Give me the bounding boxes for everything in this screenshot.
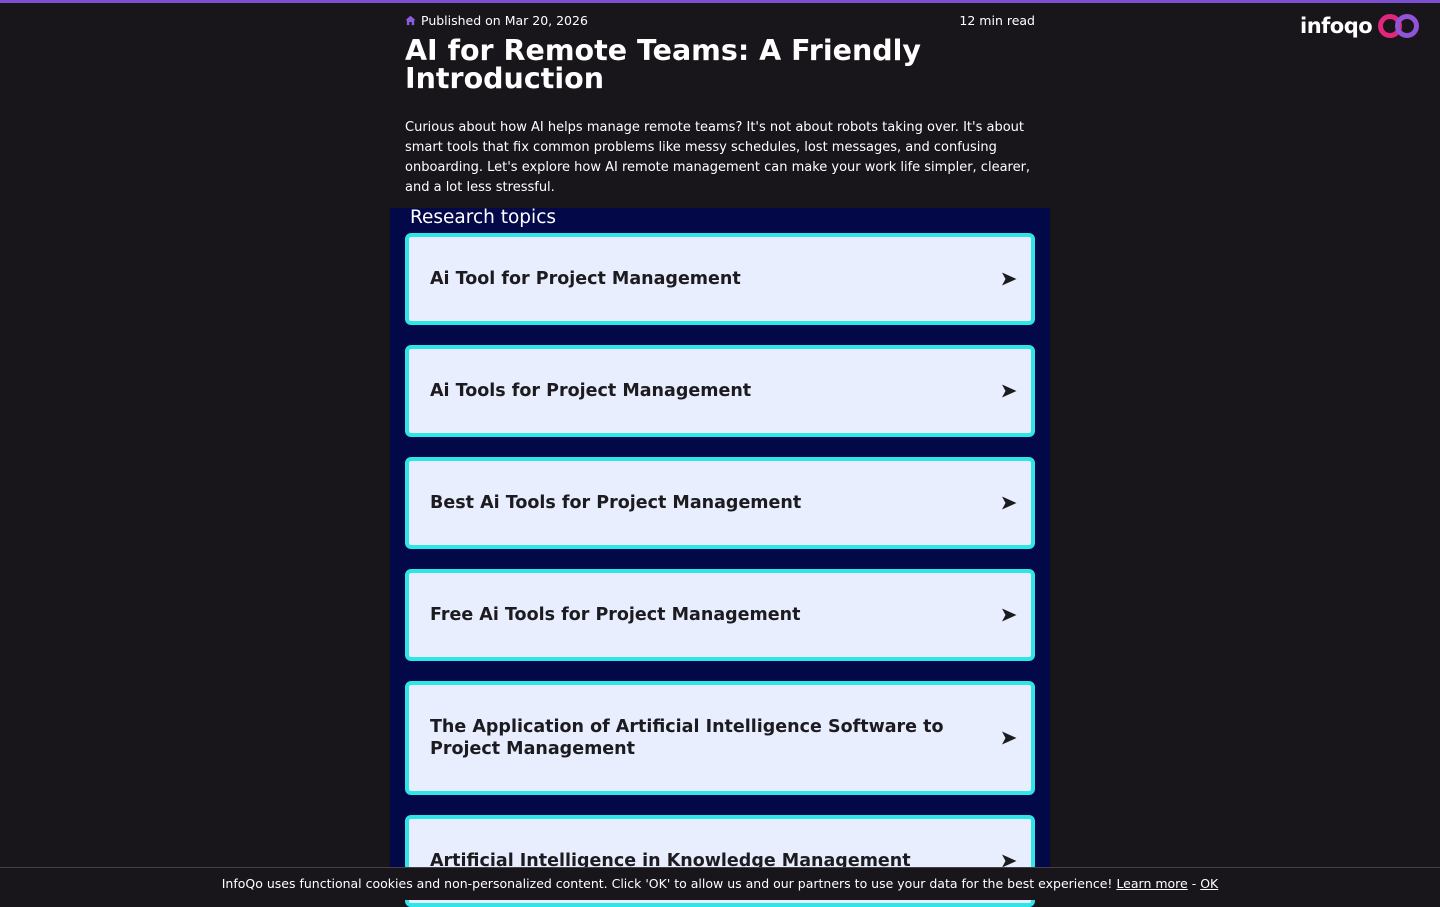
arrow-right-icon: [1002, 384, 1017, 398]
research-topic-label: Ai Tools for Project Management: [430, 381, 752, 401]
research-topic-card[interactable]: The Application of Artificial Intelligen…: [405, 681, 1035, 795]
research-topic-label: Free Ai Tools for Project Management: [430, 605, 801, 625]
research-topics-panel: Research topics Ai Tool for Project Mana…: [390, 207, 1050, 907]
logo-mark-icon: [1378, 13, 1420, 39]
top-accent-bar: [0, 0, 1440, 3]
published-info: Published on Mar 20, 2026: [405, 13, 588, 28]
research-topic-card[interactable]: Free Ai Tools for Project Management: [405, 569, 1035, 661]
cookie-consent-bar: InfoQo uses functional cookies and non-p…: [0, 867, 1440, 900]
arrow-right-icon: [1002, 731, 1017, 745]
logo-text: infoqo: [1300, 14, 1373, 38]
research-topics-heading: Research topics: [410, 207, 557, 228]
cookie-separator: -: [1191, 876, 1197, 891]
home-icon: [405, 15, 416, 26]
arrow-right-icon: [1002, 608, 1017, 622]
research-topic-card[interactable]: Ai Tools for Project Management: [405, 345, 1035, 437]
research-topic-label: Best Ai Tools for Project Management: [430, 493, 802, 513]
research-topic-card[interactable]: Best Ai Tools for Project Management: [405, 457, 1035, 549]
research-topic-label: The Application of Artificial Intelligen…: [430, 717, 944, 759]
cookie-ok-button[interactable]: OK: [1200, 876, 1218, 891]
article-intro: Curious about how AI helps manage remote…: [405, 120, 1031, 195]
arrow-right-icon: [1002, 496, 1017, 510]
research-topic-label: Ai Tool for Project Management: [430, 269, 741, 289]
page-title: AI for Remote Teams: A Friendly Introduc…: [405, 34, 921, 95]
research-topic-card[interactable]: Ai Tool for Project Management: [405, 233, 1035, 325]
published-date: Published on Mar 20, 2026: [421, 13, 588, 28]
cookie-message: InfoQo uses functional cookies and non-p…: [221, 876, 1113, 891]
article-meta: Published on Mar 20, 2026 12 min read: [405, 13, 1035, 29]
arrow-right-icon: [1002, 272, 1017, 286]
read-time: 12 min read: [959, 13, 1035, 28]
site-logo[interactable]: infoqo: [1300, 13, 1420, 39]
learn-more-link[interactable]: Learn more: [1116, 876, 1187, 891]
arrow-right-icon: [1002, 854, 1017, 868]
